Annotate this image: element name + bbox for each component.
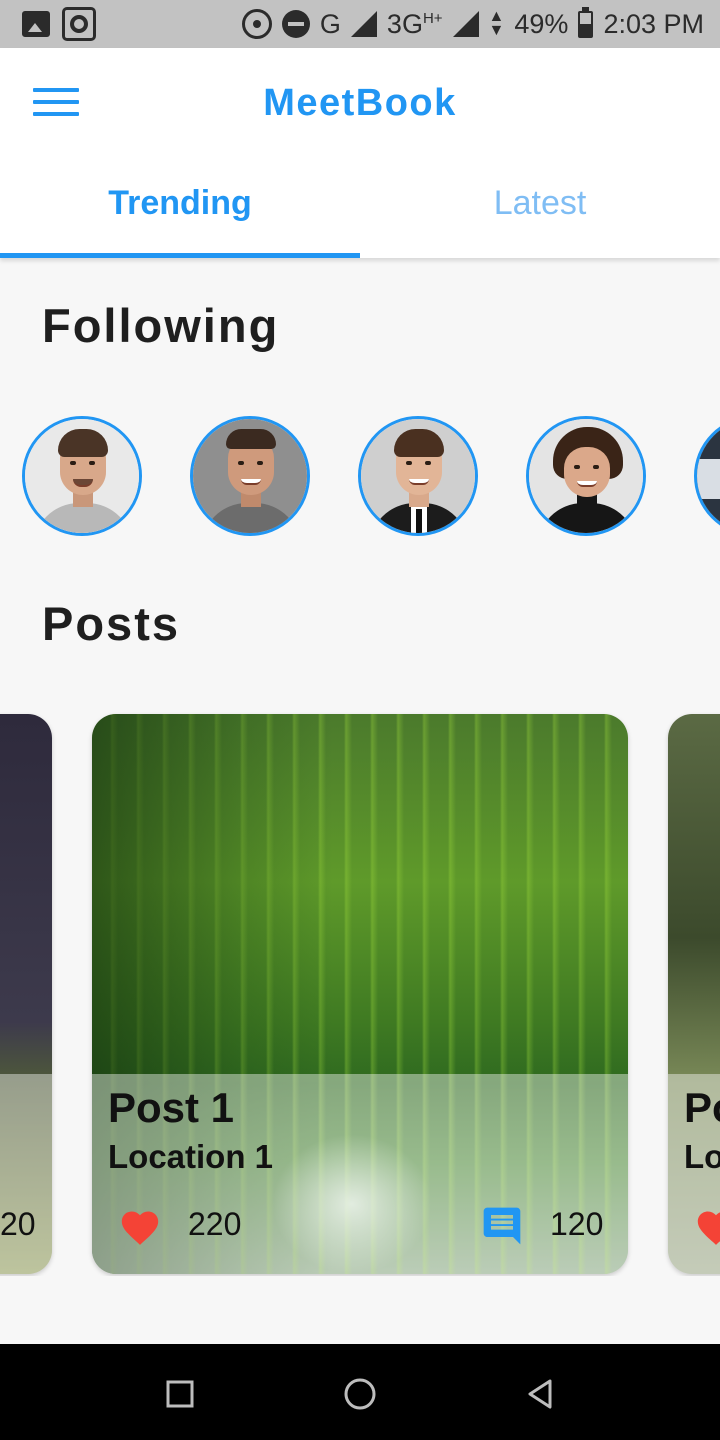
tab-latest[interactable]: Latest bbox=[360, 164, 720, 258]
post-card-prev[interactable]: 20 bbox=[0, 714, 52, 1274]
hotspot-icon bbox=[241, 9, 272, 39]
post-comments-count: 120 bbox=[550, 1206, 604, 1242]
following-heading: Following bbox=[42, 299, 280, 352]
heart-icon-next[interactable] bbox=[694, 1206, 720, 1246]
tab-trending[interactable]: Trending bbox=[0, 164, 360, 258]
post-likes-count: 220 bbox=[188, 1206, 242, 1242]
post-title: Post 1 bbox=[108, 1084, 235, 1131]
following-avatar-row[interactable] bbox=[0, 414, 720, 538]
square-icon[interactable] bbox=[160, 1374, 200, 1414]
tie bbox=[416, 509, 422, 533]
post-card[interactable]: Post 1 Location 1 220 120 bbox=[92, 714, 628, 1274]
avatar-2[interactable] bbox=[190, 416, 310, 536]
post-location: Location 1 bbox=[108, 1138, 274, 1175]
avatar-3[interactable] bbox=[358, 416, 478, 536]
system-nav-bar bbox=[0, 1344, 720, 1440]
circle-icon[interactable] bbox=[340, 1374, 380, 1414]
post-next-title: Po bbox=[684, 1084, 720, 1131]
post-next-location: Lo bbox=[684, 1138, 720, 1175]
do-not-disturb-icon bbox=[281, 10, 310, 38]
signal-icon bbox=[350, 11, 377, 37]
signal-icon-2 bbox=[452, 11, 479, 37]
tab-latest-label: Latest bbox=[493, 184, 587, 222]
tab-trending-label: Trending bbox=[108, 184, 252, 222]
network-type-3g: 3GH+ bbox=[386, 8, 443, 39]
image-notification-icon bbox=[22, 11, 50, 37]
status-bar: G 3GH+ ▲ ▼ 49% 2:03 PM bbox=[0, 0, 720, 48]
battery-icon bbox=[578, 6, 594, 38]
avatar-5[interactable] bbox=[694, 416, 720, 536]
comment-icon[interactable] bbox=[480, 1204, 524, 1248]
clock: 2:03 PM bbox=[603, 8, 704, 39]
battery-percent: 49% bbox=[514, 8, 569, 39]
triangle-back-icon[interactable] bbox=[520, 1374, 560, 1414]
tab-bar: Trending Latest bbox=[0, 164, 720, 258]
data-arrows-icon: ▲ ▼ bbox=[488, 8, 505, 39]
media-notification-icon bbox=[62, 7, 96, 41]
posts-heading: Posts bbox=[42, 597, 180, 650]
post-prev-likes-count: 20 bbox=[0, 1206, 36, 1242]
app-bar: MeetBook Trending Latest bbox=[0, 48, 720, 258]
network-type-g: G bbox=[319, 8, 341, 39]
heart-icon[interactable] bbox=[118, 1206, 162, 1246]
network-type-hplus: H+ bbox=[422, 9, 443, 27]
avatar-4[interactable] bbox=[526, 416, 646, 536]
posts-carousel[interactable]: 20 Post 1 Location 1 220 120 Po Lo bbox=[0, 712, 720, 1276]
app-title: MeetBook bbox=[263, 82, 457, 124]
post-card-next[interactable]: Po Lo bbox=[668, 714, 720, 1274]
avatar-5-detail bbox=[697, 459, 720, 499]
tab-indicator bbox=[0, 253, 360, 258]
avatar-1[interactable] bbox=[22, 416, 142, 536]
